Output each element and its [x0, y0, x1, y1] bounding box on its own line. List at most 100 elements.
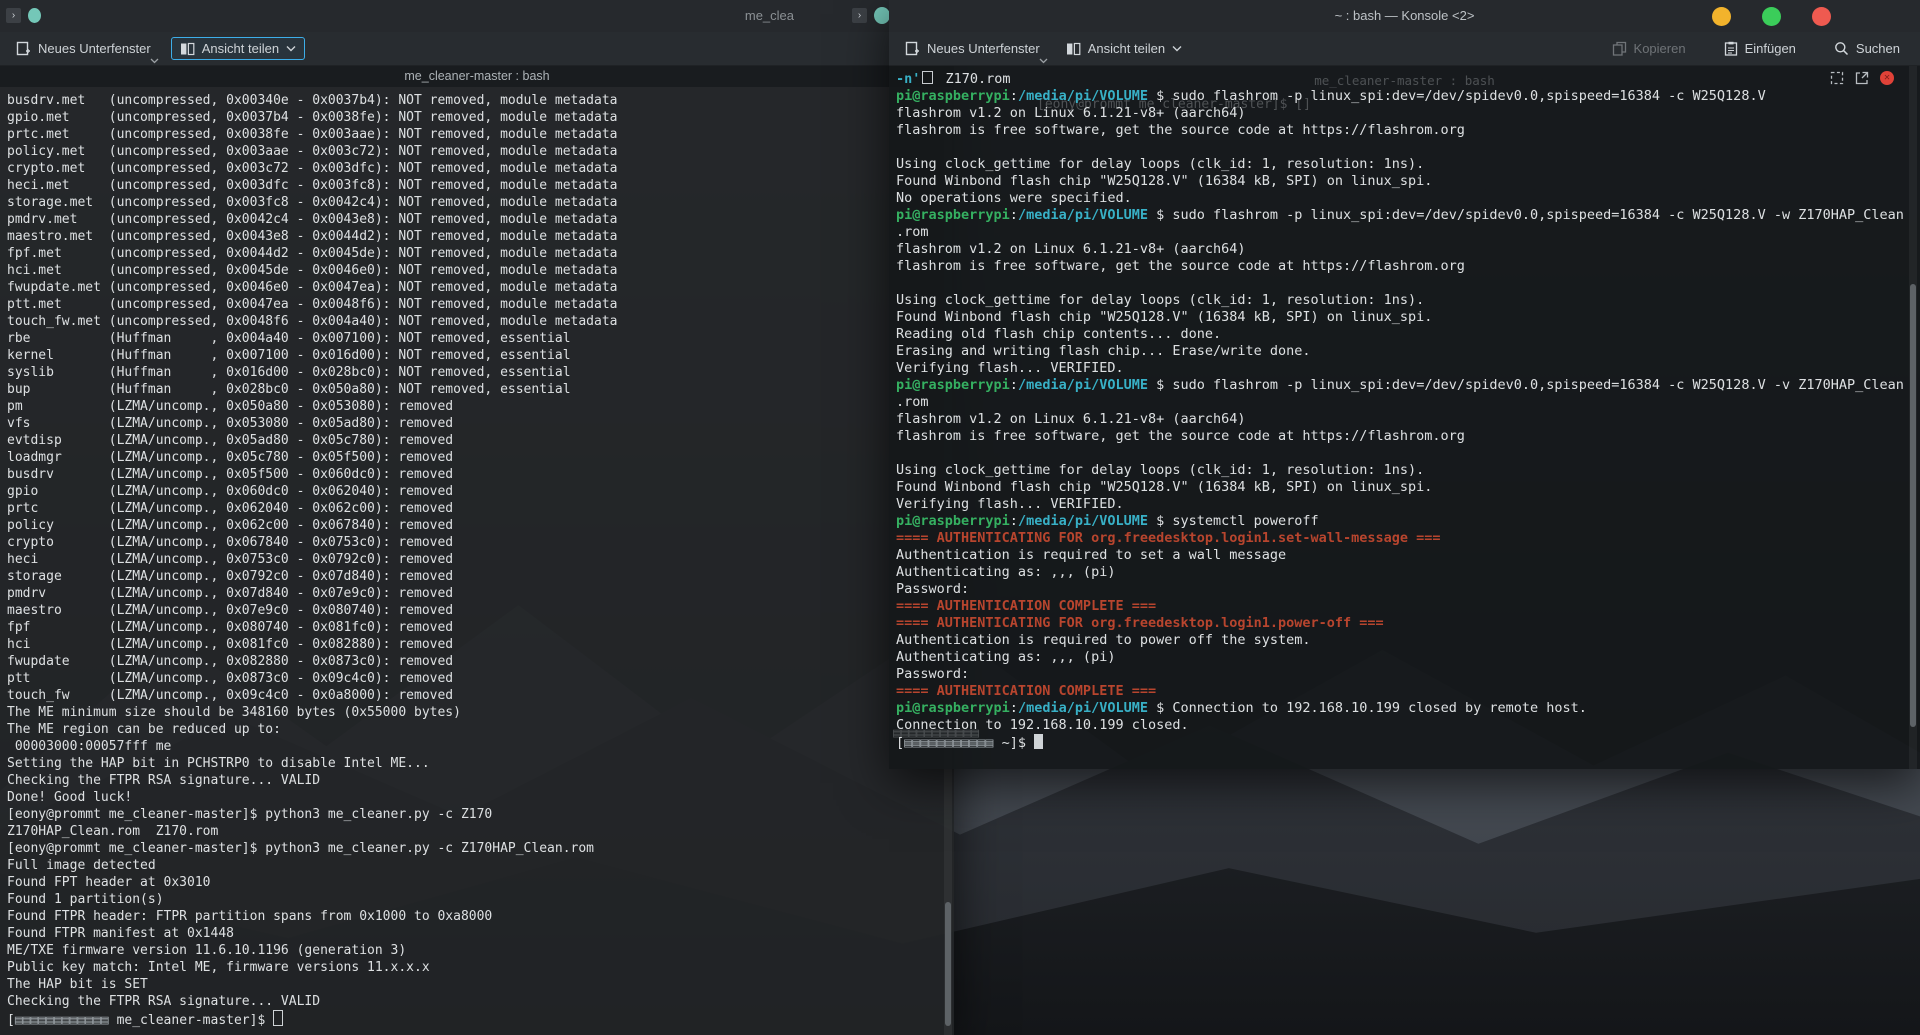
- terminal-line: Authenticating as: ,,, (pi): [896, 649, 1906, 666]
- chevron-down-icon: [1172, 45, 1182, 52]
- terminal-line: Full image detected: [7, 857, 940, 874]
- terminal-line: flashrom is free software, get the sourc…: [896, 258, 1906, 275]
- terminal-line: [▤▤▤▤▤▤▤▤▤▤▤ ~]$: [896, 734, 1906, 751]
- terminal-line: Authentication is required to power off …: [896, 632, 1906, 649]
- terminal-line: Verifying flash... VERIFIED.: [896, 496, 1906, 513]
- terminal-line: fwupdate (LZMA/uncomp., 0x082880 - 0x087…: [7, 653, 940, 670]
- terminal-line: Checking the FTPR RSA signature... VALID: [7, 993, 940, 1010]
- close-button[interactable]: [1812, 7, 1831, 26]
- terminal-line: Found 1 partition(s): [7, 891, 940, 908]
- right-terminal[interactable]: me_cleaner-master : bash [eony@prommt me…: [889, 66, 1920, 769]
- terminal-line: Connection to 192.168.10.199 closed.: [896, 717, 1906, 734]
- terminal-line: busdrv (LZMA/uncomp., 0x05f500 - 0x060dc…: [7, 466, 940, 483]
- terminal-line: crypto (LZMA/uncomp., 0x067840 - 0x0753c…: [7, 534, 940, 551]
- terminal-line: heci (LZMA/uncomp., 0x0753c0 - 0x0792c0)…: [7, 551, 940, 568]
- split-view-label: Ansicht teilen: [202, 41, 279, 56]
- maximize-button[interactable]: [1762, 7, 1781, 26]
- terminal-line: prtc (LZMA/uncomp., 0x062040 - 0x062c00)…: [7, 500, 940, 517]
- terminal-line: The ME minimum size should be 348160 byt…: [7, 704, 940, 721]
- terminal-line: busdrv.met (uncompressed, 0x00340e - 0x0…: [7, 92, 940, 109]
- split-view-button[interactable]: Ansicht teilen: [171, 37, 305, 60]
- terminal-line: Password:: [896, 581, 1906, 598]
- terminal-line: .rom: [896, 394, 1906, 411]
- copy-label: Kopieren: [1634, 41, 1686, 56]
- right-titlebar[interactable]: ~ : bash — Konsole <2>: [889, 0, 1920, 32]
- konsole-window-right: ~ : bash — Konsole <2> Neues Unterfenste…: [889, 0, 1920, 769]
- terminal-line: [▤▤▤▤▤▤▤▤▤▤▤▤ me_cleaner-master]$: [7, 1010, 940, 1027]
- terminal-line: Reading old flash chip contents... done.: [896, 326, 1906, 343]
- terminal-line: .rom: [896, 224, 1906, 241]
- chevron-down-icon: [150, 58, 159, 64]
- terminal-line: touch_fw (LZMA/uncomp., 0x09c4c0 - 0x0a8…: [7, 687, 940, 704]
- split-view-button[interactable]: Ansicht teilen: [1060, 37, 1188, 60]
- terminal-line: flashrom v1.2 on Linux 6.1.21-v8+ (aarch…: [896, 411, 1906, 428]
- terminal-line: Using clock_gettime for delay loops (clk…: [896, 462, 1906, 479]
- terminal-line: Checking the FTPR RSA signature... VALID: [7, 772, 940, 789]
- terminal-line: hci (LZMA/uncomp., 0x081fc0 - 0x082880):…: [7, 636, 940, 653]
- left-toolbar: Neues Unterfenster Ansicht teilen: [0, 32, 954, 66]
- terminal-line: pi@raspberrypi:/media/pi/VOLUME $ sudo f…: [896, 377, 1906, 394]
- terminal-line: ==== AUTHENTICATION COMPLETE ===: [896, 683, 1906, 700]
- terminal-line: pm (LZMA/uncomp., 0x050a80 - 0x053080): …: [7, 398, 940, 415]
- terminal-line: Found FPT header at 0x3010: [7, 874, 940, 891]
- terminal-line: storage (LZMA/uncomp., 0x0792c0 - 0x07d8…: [7, 568, 940, 585]
- split-view-icon: [1066, 42, 1081, 56]
- left-terminal[interactable]: busdrv.met (uncompressed, 0x00340e - 0x0…: [0, 87, 954, 1035]
- terminal-line: flashrom v1.2 on Linux 6.1.21-v8+ (aarch…: [896, 105, 1906, 122]
- terminal-line: Found FTPR header: FTPR partition spans …: [7, 908, 940, 925]
- terminal-line: [896, 139, 1906, 156]
- terminal-line: ==== AUTHENTICATING FOR org.freedesktop.…: [896, 530, 1906, 547]
- left-scrollbar-thumb[interactable]: [945, 902, 951, 1025]
- split-view-icon: [180, 42, 195, 56]
- minimize-button[interactable]: [1712, 7, 1731, 26]
- left-titlebar[interactable]: › me_clea ›: [0, 0, 954, 32]
- terminal-line: fwupdate.met (uncompressed, 0x0046e0 - 0…: [7, 279, 940, 296]
- terminal-line: bup (Huffman , 0x028bc0 - 0x050a80): NOT…: [7, 381, 940, 398]
- terminal-line: ME/TXE firmware version 11.6.10.1196 (ge…: [7, 942, 940, 959]
- terminal-line: policy (LZMA/uncomp., 0x062c00 - 0x06784…: [7, 517, 940, 534]
- terminal-line: pi@raspberrypi:/media/pi/VOLUME $ sudo f…: [896, 88, 1906, 105]
- terminal-line: 00003000:00057fff me: [7, 738, 940, 755]
- terminal-line: Authentication is required to set a wall…: [896, 547, 1906, 564]
- terminal-line: Password:: [896, 666, 1906, 683]
- right-toolbar-actions: Kopieren Einfügen Suchen: [1606, 37, 1906, 60]
- terminal-line: ==== AUTHENTICATION COMPLETE ===: [896, 598, 1906, 615]
- left-pane-title: me_cleaner-master : bash: [0, 66, 954, 87]
- terminal-line: fpf (LZMA/uncomp., 0x080740 - 0x081fc0):…: [7, 619, 940, 636]
- new-tab-button[interactable]: Neues Unterfenster: [899, 37, 1046, 60]
- paste-button[interactable]: Einfügen: [1718, 37, 1802, 60]
- terminal-line: Verifying flash... VERIFIED.: [896, 360, 1906, 377]
- terminal-line: flashrom is free software, get the sourc…: [896, 428, 1906, 445]
- new-tab-icon: [905, 41, 920, 56]
- terminal-line: [896, 275, 1906, 292]
- terminal-line: [eony@prommt me_cleaner-master]$ python3…: [7, 806, 940, 823]
- terminal-line: Z170HAP_Clean.rom Z170.rom: [7, 823, 940, 840]
- search-label: Suchen: [1856, 41, 1900, 56]
- terminal-line: loadmgr (LZMA/uncomp., 0x05c780 - 0x05f5…: [7, 449, 940, 466]
- terminal-line: pi@raspberrypi:/media/pi/VOLUME $ sudo f…: [896, 207, 1906, 224]
- paste-label: Einfügen: [1745, 41, 1796, 56]
- terminal-line: prtc.met (uncompressed, 0x0038fe - 0x003…: [7, 126, 940, 143]
- right-toolbar: Neues Unterfenster Ansicht teilen Kopier…: [889, 32, 1920, 66]
- chevron-right-icon[interactable]: ›: [852, 8, 867, 23]
- terminal-line: pi@raspberrypi:/media/pi/VOLUME $ Connec…: [896, 700, 1906, 717]
- terminal-line: Found Winbond flash chip "W25Q128.V" (16…: [896, 173, 1906, 190]
- right-terminal-content: -n' Z170.rompi@raspberrypi:/media/pi/VOL…: [896, 71, 1906, 751]
- search-button[interactable]: Suchen: [1828, 37, 1906, 60]
- left-terminal-content: busdrv.met (uncompressed, 0x00340e - 0x0…: [7, 92, 940, 1027]
- right-scrollbar-thumb[interactable]: [1910, 284, 1916, 727]
- terminal-line: -n' Z170.rom: [896, 71, 1906, 88]
- terminal-line: vfs (LZMA/uncomp., 0x053080 - 0x05ad80):…: [7, 415, 940, 432]
- terminal-line: gpio (LZMA/uncomp., 0x060dc0 - 0x062040)…: [7, 483, 940, 500]
- left-pane-header[interactable]: me_cleaner-master : bash: [0, 66, 954, 87]
- right-scrollbar[interactable]: [1909, 66, 1917, 769]
- terminal-line: Public key match: Intel ME, firmware ver…: [7, 959, 940, 976]
- terminal-line: Using clock_gettime for delay loops (clk…: [896, 156, 1906, 173]
- terminal-line: ==== AUTHENTICATING FOR org.freedesktop.…: [896, 615, 1906, 632]
- new-tab-label: Neues Unterfenster: [38, 41, 151, 56]
- new-tab-button[interactable]: Neues Unterfenster: [10, 37, 157, 60]
- terminal-line: maestro (LZMA/uncomp., 0x07e9c0 - 0x0807…: [7, 602, 940, 619]
- copy-button[interactable]: Kopieren: [1606, 37, 1692, 60]
- terminal-line: kernel (Huffman , 0x007100 - 0x016d00): …: [7, 347, 940, 364]
- copy-icon: [1612, 41, 1627, 56]
